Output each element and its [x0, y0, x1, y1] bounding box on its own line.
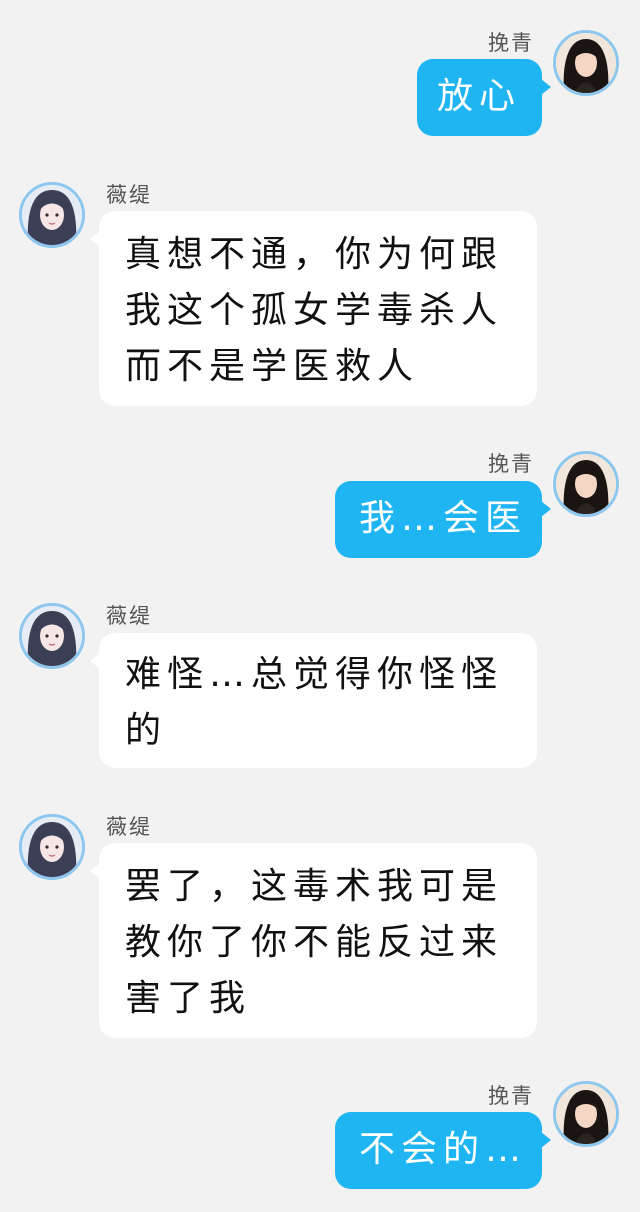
message-bubble[interactable]: 难怪…总觉得你怪怪 的: [90, 633, 537, 768]
avatar[interactable]: [553, 1081, 619, 1147]
avatar[interactable]: [19, 182, 85, 248]
avatar[interactable]: [553, 451, 619, 517]
avatar-girl-icon: [556, 454, 616, 514]
message-line: 我这个孤女学毒杀人: [125, 290, 504, 331]
message-line: 罢了，这毒术我可是: [125, 866, 504, 907]
message-bubble[interactable]: 放心: [417, 59, 551, 136]
message-bubble[interactable]: 我…会医: [335, 481, 551, 558]
message-line: 的: [125, 710, 168, 751]
message-line: 害了我: [125, 978, 252, 1019]
sender-name: 薇缇: [106, 815, 152, 839]
message-line: 真想不通，你为何跟: [125, 234, 504, 275]
sender-name: 挽青: [488, 1084, 534, 1108]
sender-name: 薇缇: [106, 183, 152, 207]
avatar-woman-icon: [22, 606, 82, 666]
sender-name: 挽青: [488, 452, 534, 476]
message-bubble[interactable]: 真想不通，你为何跟 我这个孤女学毒杀人 而不是学医救人: [90, 211, 537, 406]
sender-name: 挽青: [488, 31, 534, 55]
avatar[interactable]: [19, 603, 85, 669]
message-bubble[interactable]: 罢了，这毒术我可是 教你了你不能反过来 害了我: [90, 843, 537, 1038]
avatar[interactable]: [19, 814, 85, 880]
message-bubble[interactable]: 不会的…: [335, 1112, 551, 1189]
sender-name: 薇缇: [106, 604, 152, 628]
chat-thread: 挽青 放心 薇缇 真想不通，你为何跟 我这个孤女学毒杀人 而不是学医救人 挽青 …: [0, 0, 640, 1212]
avatar-girl-icon: [556, 1084, 616, 1144]
avatar-woman-icon: [22, 185, 82, 245]
message-text: 我…会医: [359, 498, 528, 539]
message-line: 难怪…总觉得你怪怪: [125, 654, 504, 695]
message-text: 不会的…: [359, 1129, 528, 1170]
avatar-woman-icon: [22, 817, 82, 877]
avatar-girl-icon: [556, 33, 616, 93]
message-line: 而不是学医救人: [125, 346, 420, 387]
message-line: 教你了你不能反过来: [125, 922, 504, 963]
message-text: 放心: [437, 76, 522, 117]
avatar[interactable]: [553, 30, 619, 96]
